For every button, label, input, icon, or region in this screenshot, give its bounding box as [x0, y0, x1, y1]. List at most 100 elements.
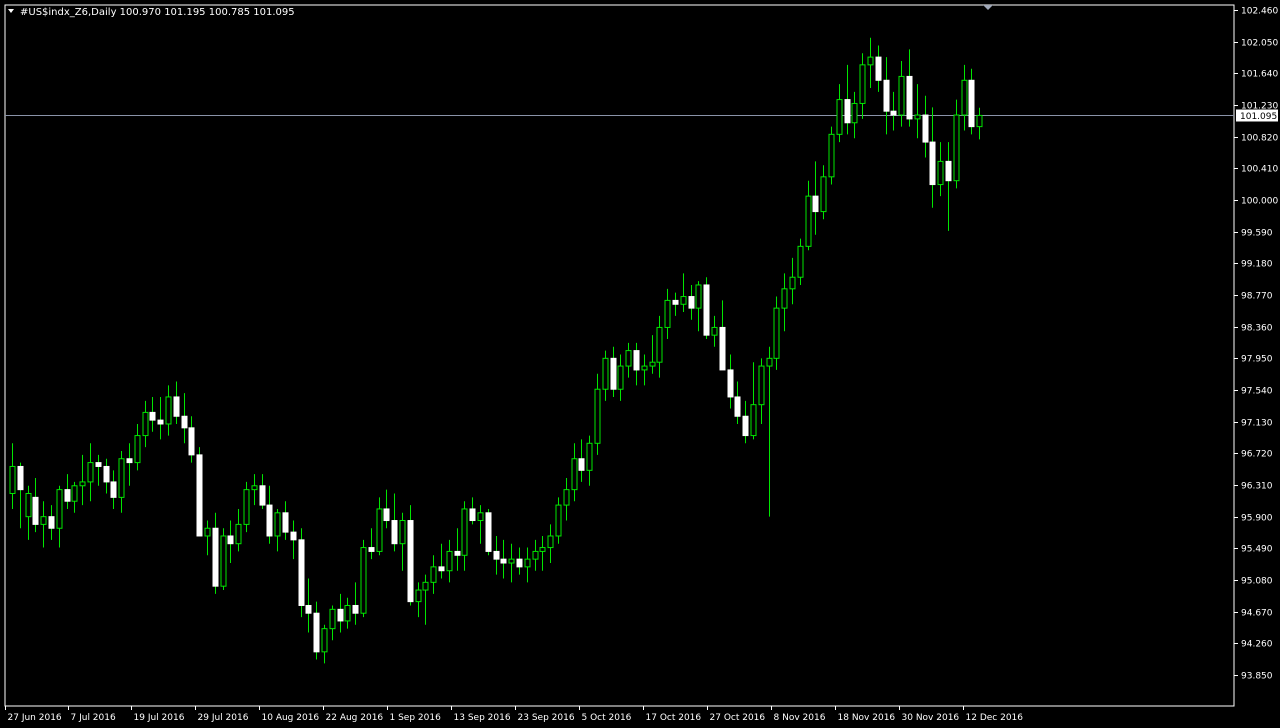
candle: [196, 447, 203, 537]
candle: [383, 489, 390, 529]
candle-body-bull: [797, 245, 804, 278]
candle-body-bear: [227, 535, 234, 545]
candle-body-bull: [586, 442, 593, 471]
candle-body-bear: [110, 481, 117, 498]
candle-body-bull: [25, 492, 32, 518]
candle-body-bear: [48, 516, 55, 529]
candle-body-bull: [539, 547, 546, 552]
time-tick-label: 27 Jun 2016: [8, 713, 62, 723]
candle-body-bear: [922, 114, 929, 143]
candle: [563, 478, 570, 521]
candle-body-bull: [773, 307, 780, 359]
candle: [945, 142, 952, 231]
candle: [64, 474, 71, 509]
candle-body-bull: [649, 361, 656, 367]
candle: [48, 505, 55, 540]
candle-body-bull: [477, 512, 484, 522]
candle: [477, 505, 484, 544]
candle: [625, 342, 632, 378]
chart-frame: [4, 4, 1235, 707]
candle-body-bear: [929, 141, 936, 186]
candle-body-bull: [430, 566, 437, 583]
price-tick-label: 102.050: [1241, 39, 1278, 49]
candle-body-bull: [399, 520, 406, 545]
candle-body-bear: [212, 527, 219, 587]
candle-body-bear: [469, 508, 476, 522]
candle-body-bear: [485, 512, 492, 552]
collapse-triangle-icon[interactable]: [8, 9, 14, 13]
candle: [664, 288, 671, 340]
candle-body-bear: [719, 326, 726, 371]
candle-body-bull: [680, 296, 687, 305]
candle: [9, 443, 16, 509]
candle-body-bull: [235, 523, 242, 545]
time-tick-label: 30 Nov 2016: [902, 713, 960, 723]
time-tick-label: 12 Dec 2016: [966, 713, 1024, 723]
candlestick-chart[interactable]: 102.460102.050101.640101.230100.820100.4…: [0, 0, 1280, 728]
candle: [87, 443, 94, 502]
chart-shift-marker-icon[interactable]: [983, 5, 993, 10]
price-tick-label: 97.950: [1241, 355, 1273, 365]
candle: [103, 458, 110, 494]
candle-body-bull: [204, 527, 211, 537]
time-axis: 27 Jun 2016 7 Jul 2016 19 Jul 2016 29 Jul 2…: [5, 706, 1024, 723]
candle-body-bull: [71, 485, 78, 502]
candle: [781, 273, 788, 332]
candle: [461, 501, 468, 571]
candle: [766, 346, 773, 517]
candle: [173, 381, 180, 424]
candle: [251, 474, 258, 506]
candle-body-bear: [290, 531, 297, 541]
candle-body-bull: [118, 458, 125, 498]
candle-body-bull: [321, 628, 328, 653]
candle-body-bull: [87, 462, 94, 483]
candle: [321, 624, 328, 664]
candle: [337, 593, 344, 633]
candle-body-bull: [142, 411, 149, 437]
time-tick-label: 29 Jul 2016: [198, 713, 249, 723]
candle: [836, 84, 843, 143]
candle: [227, 520, 234, 564]
candle-body-bull: [9, 465, 16, 494]
candle: [259, 474, 266, 509]
candle-body-bear: [298, 539, 305, 606]
candle-body-bear: [742, 415, 749, 437]
candle-body-bull: [508, 558, 515, 564]
plot-border: [4, 4, 1235, 707]
candle-body-bear: [64, 489, 71, 502]
candle-body-bear: [305, 604, 312, 614]
candle-body-bull: [547, 535, 554, 549]
price-tick-label: 98.360: [1241, 324, 1273, 334]
candle: [680, 273, 687, 312]
candle: [875, 45, 882, 92]
candle-body-bull: [220, 535, 227, 587]
candle: [976, 107, 983, 140]
candle: [212, 512, 219, 594]
candle: [758, 358, 765, 424]
candle-body-bull: [758, 365, 765, 406]
candle-body-bull: [555, 504, 562, 537]
candle-body-bull: [79, 481, 86, 487]
price-tick-label: 100.000: [1241, 197, 1278, 207]
chart-window[interactable]: 102.460 102.050 101.640 101.230 100.820 100.4…: [0, 0, 1280, 728]
candle-body-bull: [360, 547, 367, 614]
price-tick-label: 99.180: [1241, 260, 1273, 270]
candle-body-bull: [750, 404, 757, 437]
candle: [555, 497, 562, 544]
candle-body-bull: [571, 458, 578, 491]
time-tick-label: 8 Nov 2016: [774, 713, 826, 723]
current-price-label: 101.095: [1240, 112, 1277, 122]
price-tick-label: 100.820: [1241, 134, 1278, 144]
candle: [524, 547, 531, 583]
candle-body-bear: [633, 350, 640, 371]
candle-body-bear: [157, 419, 164, 425]
candle: [890, 91, 897, 131]
candle-body-bear: [610, 357, 617, 390]
candle-body-bear: [844, 99, 851, 124]
candles-layer: [9, 37, 983, 664]
candle: [571, 443, 578, 502]
candle: [243, 481, 250, 533]
price-tick-label: 95.490: [1241, 545, 1273, 555]
candle-body-bull: [859, 64, 866, 104]
candle-body-bull: [836, 99, 843, 135]
